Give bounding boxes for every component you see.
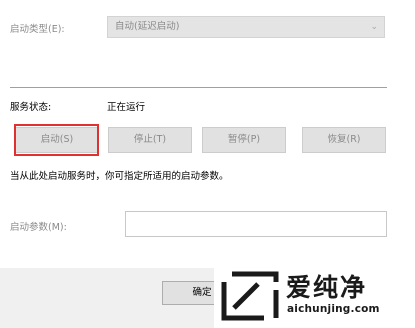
startup-type-label: 启动类型(E): bbox=[10, 24, 65, 35]
chevron-down-icon: ⌄ bbox=[370, 22, 378, 32]
resume-button[interactable]: 恢复(R) bbox=[302, 127, 386, 153]
service-status-label: 服务状态: bbox=[10, 102, 52, 113]
start-params-input[interactable] bbox=[125, 211, 387, 237]
startup-type-value: 自动(延迟启动) bbox=[115, 21, 180, 32]
startup-type-select[interactable]: 自动(延迟启动) ⌄ bbox=[107, 16, 385, 38]
watermark-url: aichunjing.com bbox=[287, 303, 380, 315]
start-params-label: 启动参数(M): bbox=[10, 222, 67, 233]
window-edge bbox=[400, 0, 415, 268]
service-status-value: 正在运行 bbox=[107, 102, 146, 113]
highlight-outline bbox=[14, 124, 99, 156]
stop-button[interactable]: 停止(T) bbox=[108, 127, 192, 153]
divider bbox=[10, 87, 387, 88]
pause-button[interactable]: 暂停(P) bbox=[202, 127, 286, 153]
watermark-logo-icon bbox=[221, 271, 279, 321]
watermark-title: 爱纯净 bbox=[286, 273, 368, 302]
start-hint-text: 当从此处启动服务时，你可指定所适用的启动参数。 bbox=[10, 171, 229, 182]
